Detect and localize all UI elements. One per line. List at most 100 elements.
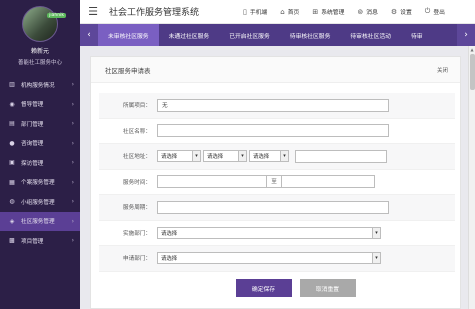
community-name-label: 社区名称： [123,128,151,135]
user-name: 赖新元 [30,48,49,55]
visit-icon: ▣ [9,159,15,167]
project-field[interactable]: 无 [157,98,389,112]
chevron-right-icon: › [71,237,74,245]
app-title: 社会工作服务管理系统 [109,8,200,18]
end-time-input[interactable] [281,175,375,189]
nav-settings[interactable]: ⚙ 设置 [390,7,412,17]
nav-logout-label: 登出 [433,10,445,16]
apply-dept-value: 请选择 [161,256,178,263]
application-form: 所属项目： 无 社区名称： 社区地址： 请选择 ▾ 请选择 ▾ 请选择 ▾ 服务… [99,93,455,272]
address-label: 社区地址： [123,154,151,161]
province-select[interactable]: 请选择 ▾ [157,150,201,163]
chart-icon: ▥ [9,81,15,89]
form-row-dept: 实施部门： 请选择 ▾ [99,221,455,246]
top-nav: ▯ 手机端 ⌂ 首页 ⊞ 系统管理 ⊚ 消息 ⚙ 设置 ⏻ 登出 [243,7,458,16]
sidebar-item-supervision[interactable]: ◉ 督导管理 › [0,95,80,115]
panel-header: 社区服务申请表 关闭 [91,57,460,83]
sidebar-item-consult[interactable]: ● 咨询管理 › [0,134,80,154]
community-name-input[interactable] [157,124,389,138]
nav-logout[interactable]: ⏻ 登出 [425,7,445,16]
nav-home[interactable]: ⌂ 首页 [280,7,300,17]
service-cycle-label: 服务周期： [123,205,151,212]
org-icon: ▤ [9,120,15,128]
panel-title: 社区服务申请表 [105,66,151,75]
chevron-right-icon: › [71,100,74,108]
tab-pending-community-service[interactable]: 未审核社区服务 [98,24,159,46]
city-select-value: 请选择 [207,154,224,161]
tab-scroll-right-icon[interactable]: › [457,24,475,46]
group-icon: ◍ [9,198,15,206]
sidebar-item-org-service[interactable]: ▥ 机构服务情况 › [0,75,80,95]
chevron-right-icon: › [71,81,74,89]
bell-icon: ⊚ [357,7,364,16]
tab-rejected-community-service[interactable]: 未通过社区服务 [159,24,220,46]
nav-messages[interactable]: ⊚ 消息 [357,7,378,17]
page-scrollbar[interactable]: ▲ [468,46,475,309]
form-row-project: 所属项目： 无 [99,93,455,119]
chat-icon: ● [9,139,15,147]
scroll-up-icon[interactable]: ▲ [469,46,475,53]
avatar[interactable]: jiahnik [22,6,66,42]
apply-dept-select[interactable]: 请选择 ▾ [157,252,381,265]
sidebar-item-community-service[interactable]: ◈ 社区服务管理 › [0,211,80,231]
community-icon: ◈ [9,217,15,225]
form-row-name: 社区名称： [99,119,455,144]
city-select[interactable]: 请选择 ▾ [203,150,247,163]
sidebar-item-label: 咨询管理 [21,141,44,148]
district-select-value: 请选择 [253,154,270,161]
tab-awaiting-more[interactable]: 待审 [401,24,433,46]
tab-scroll-left-icon[interactable]: ‹ [80,24,98,46]
sidebar-item-label: 小组服务管理 [21,199,55,206]
sidebar-item-label: 项目管理 [21,238,44,245]
chevron-right-icon: › [71,139,74,147]
nav-system[interactable]: ⊞ 系统管理 [312,7,345,17]
nav-system-label: 系统管理 [321,10,345,16]
implement-dept-label: 实施部门： [123,230,151,237]
nav-messages-label: 消息 [366,10,378,16]
chevron-right-icon: › [71,120,74,128]
hamburger-menu-icon[interactable]: ☰ [83,5,103,18]
tab-awaiting-community-activity[interactable]: 待审核社区活动 [340,24,401,46]
scroll-thumb[interactable] [470,54,475,90]
sidebar-item-project[interactable]: ▩ 项目管理 › [0,231,80,251]
settings-grid-icon: ⊞ [312,7,319,16]
address-detail-input[interactable] [295,149,387,163]
form-row-cycle: 服务周期： [99,195,455,221]
close-button[interactable]: 关闭 [437,66,448,74]
grid-icon: ▦ [9,178,15,186]
chevron-down-icon: ▾ [280,151,288,162]
apply-dept-label: 申请部门： [123,256,151,263]
sidebar-item-label: 个案服务管理 [21,180,55,187]
sidebar-item-department[interactable]: ▤ 部门管理 › [0,114,80,134]
tab-opened-community-service[interactable]: 已开启社区服务 [219,24,280,46]
sidebar-menu: ▥ 机构服务情况 › ◉ 督导管理 › ▤ 部门管理 › ● 咨询管理 › ▣ … [0,75,80,251]
service-time-label: 服务时间： [123,179,151,186]
form-actions: 确定保存 取消重置 [91,279,462,297]
sidebar-item-label: 社区服务管理 [21,219,55,226]
implement-dept-select[interactable]: 请选择 ▾ [157,226,381,239]
district-select[interactable]: 请选择 ▾ [249,150,289,163]
chevron-right-icon: › [71,159,74,167]
sidebar-item-case-service[interactable]: ▦ 个案服务管理 › [0,173,80,193]
application-panel: 社区服务申请表 关闭 所属项目： 无 社区名称： 社区地址： 请选择 ▾ 请选择… [90,56,461,309]
sidebar-item-label: 督导管理 [21,102,44,109]
user-profile: jiahnik 赖新元 善能社工服务中心 [0,0,80,75]
start-time-input[interactable] [157,175,267,189]
nav-home-label: 首页 [287,10,300,16]
gear-icon: ⚙ [390,7,398,16]
sidebar-item-group-service[interactable]: ◍ 小组服务管理 › [0,192,80,212]
eye-icon: ◉ [9,100,15,108]
implement-dept-value: 请选择 [161,230,178,237]
sidebar-item-label: 部门管理 [21,121,44,128]
tab-awaiting-community-service[interactable]: 待审核社区服务 [280,24,341,46]
tabs: 未审核社区服务 未通过社区服务 已开启社区服务 待审核社区服务 待审核社区活动 … [98,24,475,46]
save-button[interactable]: 确定保存 [235,279,292,297]
chevron-down-icon: ▾ [372,227,380,238]
top-bar: ☰ 社会工作服务管理系统 ▯ 手机端 ⌂ 首页 ⊞ 系统管理 ⊚ 消息 ⚙ 设置… [80,0,475,24]
service-cycle-input[interactable] [157,200,389,214]
reset-button[interactable]: 取消重置 [299,279,356,297]
nav-mobile-label: 手机端 [249,10,268,16]
user-badge: jiahnik [47,13,66,18]
sidebar-item-visit[interactable]: ▣ 探访管理 › [0,153,80,173]
nav-mobile[interactable]: ▯ 手机端 [243,7,268,17]
